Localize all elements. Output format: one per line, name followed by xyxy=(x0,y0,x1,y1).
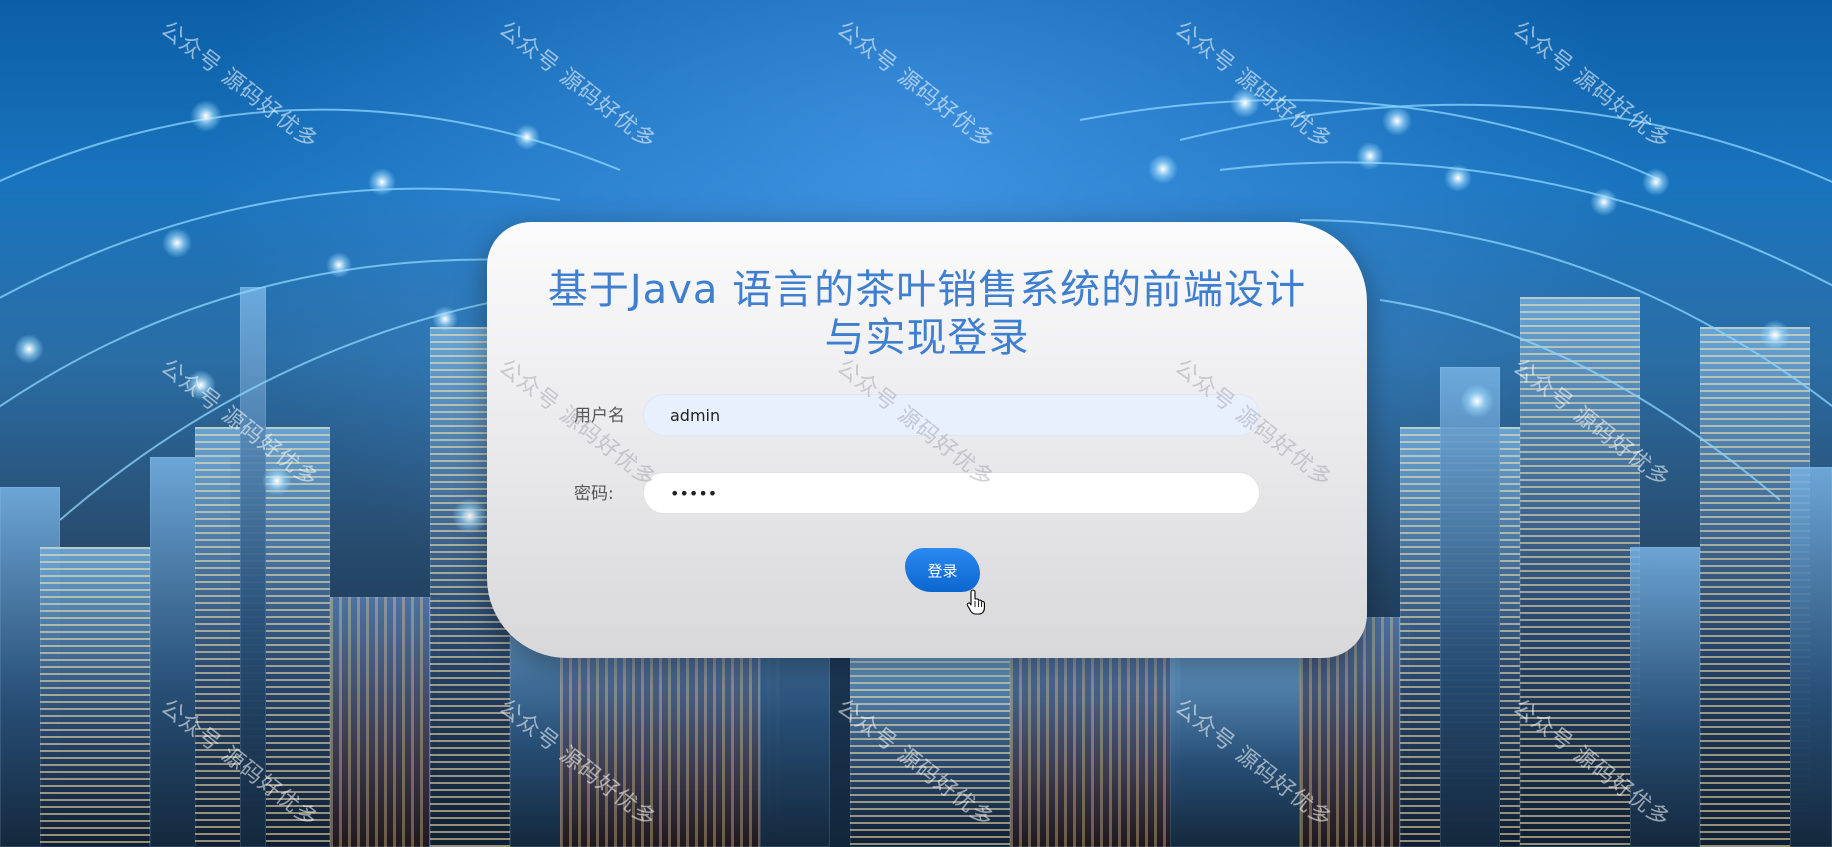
light-node xyxy=(1230,88,1260,118)
username-input[interactable] xyxy=(643,394,1260,436)
light-node xyxy=(1590,188,1618,216)
light-node xyxy=(326,252,352,278)
light-node xyxy=(1444,164,1472,192)
light-node xyxy=(1460,384,1494,418)
light-node xyxy=(452,498,488,534)
light-node xyxy=(432,306,458,332)
password-label: 密码: xyxy=(574,484,614,504)
light-node xyxy=(1642,168,1670,196)
light-node xyxy=(1760,320,1790,350)
light-node xyxy=(162,228,192,258)
light-node xyxy=(262,466,292,496)
username-label: 用户名 xyxy=(574,406,625,426)
password-input[interactable] xyxy=(643,472,1260,514)
light-node xyxy=(190,100,222,132)
login-page-background: 公众号 源码好优多 公众号 源码好优多 公众号 源码好优多 公众号 源码好优多 … xyxy=(0,0,1832,847)
login-button[interactable]: 登录 xyxy=(905,548,980,592)
hand-pointer-icon xyxy=(966,589,985,615)
light-node xyxy=(514,124,540,150)
page-title-line-1: 基于Java 语言的茶叶销售系统的前端设计 xyxy=(547,267,1307,313)
light-node xyxy=(1382,106,1412,136)
light-node xyxy=(14,334,44,364)
page-title-line-2: 与实现登录 xyxy=(824,315,1030,361)
light-node xyxy=(368,168,396,196)
page-title: 基于Java 语言的茶叶销售系统的前端设计 与实现登录 xyxy=(487,266,1367,362)
login-card: 基于Java 语言的茶叶销售系统的前端设计 与实现登录 用户名 密码: 登录 公… xyxy=(487,222,1367,658)
light-node xyxy=(186,370,216,400)
light-node xyxy=(1356,142,1384,170)
password-row: 密码: xyxy=(574,472,1274,516)
username-row: 用户名 xyxy=(574,394,1274,438)
light-node xyxy=(1148,154,1178,184)
